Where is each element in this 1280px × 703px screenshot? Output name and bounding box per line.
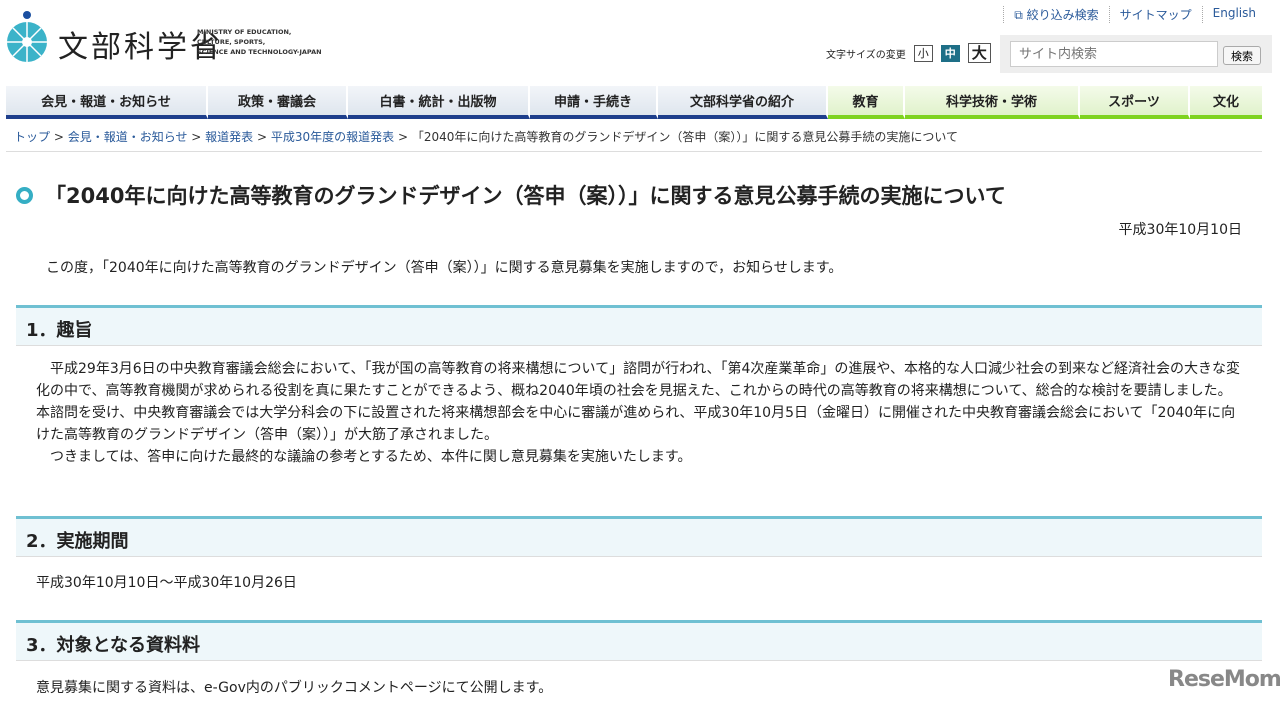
font-size-small[interactable]: 小 <box>913 44 933 62</box>
section-heading-period: 2．実施期間 <box>16 516 1262 557</box>
nav-policy[interactable]: 政策・審議会 <box>208 86 348 119</box>
breadcrumb-top[interactable]: トップ <box>14 130 50 144</box>
font-size-label: 文字サイズの変更 <box>826 49 906 61</box>
breadcrumb: トップ > 会見・報道・お知らせ > 報道発表 > 平成30年度の報道発表 > … <box>14 130 959 144</box>
section-heading-purpose: 1．趣旨 <box>16 305 1262 346</box>
section-body-materials: 意見募集に関する資料は、e-Gov内のパブリックコメントページにて公開します。 <box>36 680 553 696</box>
divider <box>6 151 1262 152</box>
nav-press[interactable]: 会見・報道・お知らせ <box>6 86 208 119</box>
nav-culture[interactable]: 文化 <box>1190 86 1262 119</box>
sitemap-link[interactable]: サイトマップ <box>1108 6 1202 23</box>
section-heading-materials: 3．対象となる資料料 <box>16 620 1262 661</box>
breadcrumb-releases[interactable]: 報道発表 <box>205 130 253 144</box>
breadcrumb-press[interactable]: 会見・報道・お知らせ <box>68 130 188 144</box>
section-body-period: 平成30年10月10日～平成30年10月26日 <box>36 575 297 591</box>
main-nav: 会見・報道・お知らせ 政策・審議会 白書・統計・出版物 申請・手続き 文部科学省… <box>6 86 1262 119</box>
filter-search-link[interactable]: ⧉ 絞り込み検索 <box>1003 6 1108 23</box>
font-size-control: 文字サイズの変更 小 中 大 <box>826 43 991 63</box>
nav-applications[interactable]: 申請・手続き <box>530 86 658 119</box>
logo-english: MINISTRY OF EDUCATION, CULTURE, SPORTS, SC… <box>197 28 322 56</box>
page-title: 「2040年に向けた高等教育のグランドデザイン（答申（案））」に関する意見公募手… <box>16 180 1006 210</box>
english-link[interactable]: English <box>1201 6 1266 23</box>
nav-education[interactable]: 教育 <box>828 86 905 119</box>
search-input[interactable] <box>1010 41 1218 67</box>
intro-text: この度，「2040年に向けた高等教育のグランドデザイン（答申（案））」に関する意… <box>46 260 843 276</box>
publish-date: 平成30年10月10日 <box>1118 222 1242 238</box>
site-search: 検索 <box>1000 35 1272 73</box>
utility-links: ⧉ 絞り込み検索 サイトマップ English <box>1003 6 1266 23</box>
resemom-watermark: ReseMom <box>1168 667 1280 692</box>
font-size-large[interactable]: 大 <box>967 43 991 63</box>
breadcrumb-h30[interactable]: 平成30年度の報道発表 <box>271 130 394 144</box>
section-body-purpose: 平成29年3月6日の中央教育審議会総会において、「我が国の高等教育の将来構想につ… <box>36 361 1241 465</box>
nav-sports[interactable]: スポーツ <box>1080 86 1190 119</box>
nav-publications[interactable]: 白書・統計・出版物 <box>348 86 530 119</box>
font-size-medium[interactable]: 中 <box>940 44 960 62</box>
nav-about[interactable]: 文部科学省の紹介 <box>658 86 828 119</box>
breadcrumb-current: 「2040年に向けた高等教育のグランドデザイン（答申（案））」に関する意見公募手… <box>411 130 959 144</box>
circle-bullet-icon <box>16 186 33 204</box>
nav-science[interactable]: 科学技術・学術 <box>905 86 1080 119</box>
search-button[interactable]: 検索 <box>1223 46 1261 65</box>
mext-logo-icon <box>7 11 47 62</box>
